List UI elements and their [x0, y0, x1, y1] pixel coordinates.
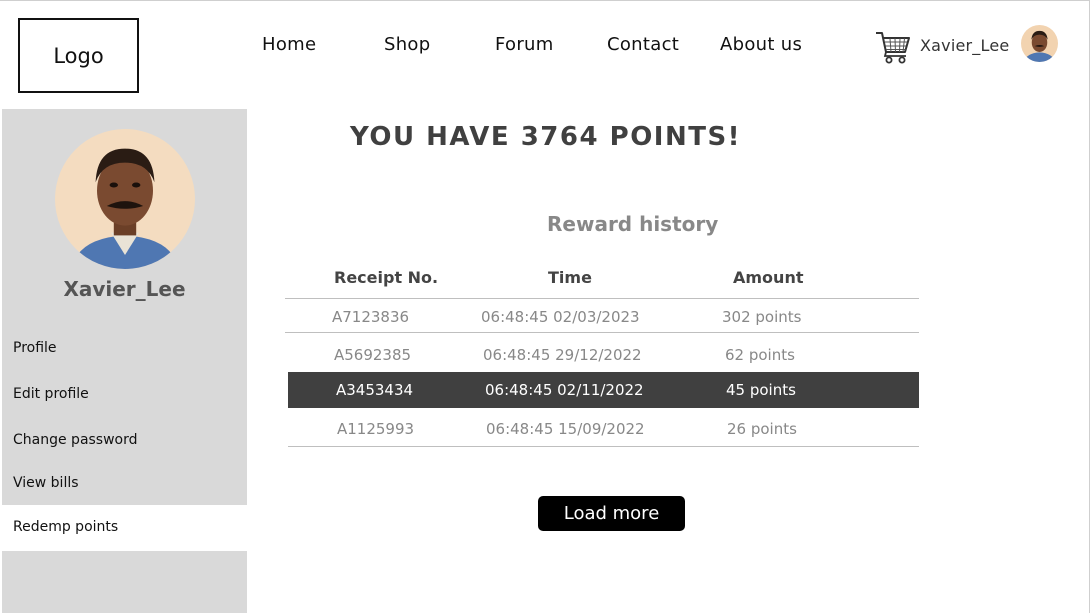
column-header-time: Time: [548, 268, 592, 287]
nav-contact[interactable]: Contact: [607, 34, 679, 55]
nav-shop[interactable]: Shop: [384, 34, 430, 55]
nav-forum[interactable]: Forum: [495, 34, 554, 55]
logo[interactable]: Logo: [18, 18, 139, 93]
logo-text: Logo: [53, 43, 104, 68]
profile-avatar: [55, 129, 195, 269]
receipt-number: A3453434: [336, 381, 414, 399]
profile-username: Xavier_Lee: [63, 277, 186, 301]
nav-home[interactable]: Home: [262, 34, 316, 55]
sidebar-item-view-bills[interactable]: View bills: [13, 475, 79, 491]
points-heading: YOU HAVE 3764 POINTS!: [350, 122, 742, 152]
sidebar: Xavier_Lee Profile Edit profile Change p…: [2, 109, 247, 613]
reward-history-title: Reward history: [547, 212, 719, 236]
row-time: 06:48:45 02/11/2022: [485, 381, 644, 399]
receipt-number: A7123836: [332, 308, 410, 326]
table-row[interactable]: A1125993 06:48:45 15/09/2022 26 points: [288, 411, 919, 447]
sidebar-item-redemp-points[interactable]: Redemp points: [13, 519, 118, 535]
table-row-selected[interactable]: A3453434 06:48:45 02/11/2022 45 points: [288, 372, 919, 408]
sidebar-item-change-password[interactable]: Change password: [13, 432, 138, 448]
column-header-amount: Amount: [733, 268, 804, 287]
row-time: 06:48:45 02/03/2023: [481, 308, 640, 326]
receipt-number: A1125993: [337, 420, 415, 438]
table-row[interactable]: A7123836 06:48:45 02/03/2023 302 points: [285, 298, 919, 333]
sidebar-item-profile[interactable]: Profile: [13, 340, 57, 356]
header-username[interactable]: Xavier_Lee: [920, 36, 1009, 55]
header-avatar[interactable]: [1021, 25, 1058, 62]
shopping-cart-icon[interactable]: [875, 30, 911, 64]
load-more-button[interactable]: Load more: [538, 496, 685, 531]
row-amount: 302 points: [722, 308, 802, 326]
load-more-label: Load more: [563, 503, 660, 524]
row-time: 06:48:45 15/09/2022: [486, 420, 645, 438]
receipt-number: A5692385: [334, 346, 412, 364]
sidebar-item-edit-profile[interactable]: Edit profile: [13, 386, 89, 402]
row-amount: 26 points: [727, 420, 797, 438]
row-time: 06:48:45 29/12/2022: [483, 346, 642, 364]
column-header-receipt: Receipt No.: [334, 268, 439, 287]
table-row[interactable]: A5692385 06:48:45 29/12/2022 62 points: [288, 337, 919, 373]
nav-about-us[interactable]: About us: [720, 34, 802, 55]
row-amount: 45 points: [726, 381, 796, 399]
row-amount: 62 points: [725, 346, 795, 364]
